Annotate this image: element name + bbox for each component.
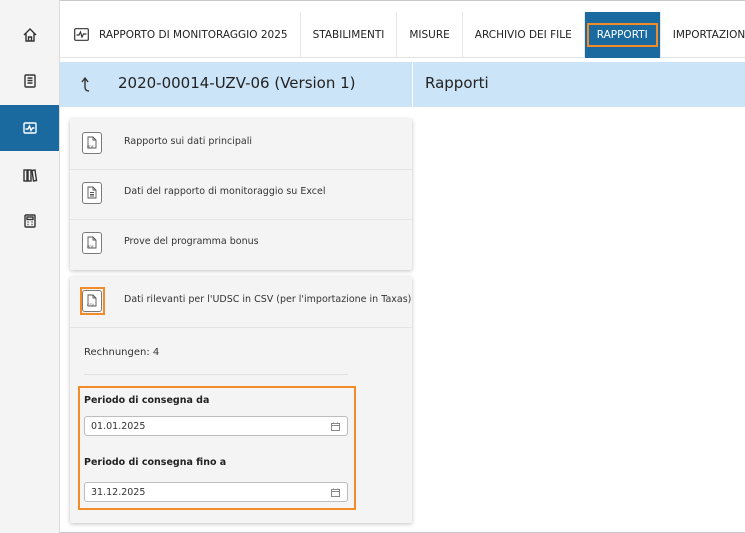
- section-title: Rapporti: [425, 74, 489, 92]
- document-icon: [23, 74, 36, 88]
- home-icon: [23, 28, 36, 42]
- delivery-from-input[interactable]: 01.01.2025: [84, 416, 348, 436]
- report-label: Dati rilevanti per l'UDSC in CSV (per l'…: [124, 294, 412, 305]
- back-arrow-icon: [81, 76, 90, 92]
- calculator-icon: [23, 214, 36, 228]
- report-label: Prove del programma bonus: [124, 236, 259, 247]
- nav-import[interactable]: IMPORTAZIONE: [661, 12, 745, 58]
- report-row-csv[interactable]: CSV Dati rilevanti per l'UDSC in CSV (pe…: [70, 277, 412, 328]
- pdf-file-icon: PDF: [82, 232, 102, 254]
- rail-library[interactable]: [0, 152, 59, 198]
- delivery-from-value: 01.01.2025: [91, 421, 146, 432]
- report-label: Dati del rapporto di monitoraggio su Exc…: [124, 186, 326, 197]
- nav-file-archive[interactable]: ARCHIVIO DEI FILE: [463, 11, 585, 58]
- nav-monitoring-report-label: RAPPORTO DI MONITORAGGIO 2025: [99, 28, 288, 41]
- header-divider: [412, 62, 413, 107]
- highlight-box: [80, 287, 105, 315]
- invoice-count: Rechnungen: 4: [84, 347, 160, 358]
- nav-reports[interactable]: RAPPORTI: [584, 11, 661, 58]
- delivery-to-input[interactable]: 31.12.2025: [84, 482, 348, 502]
- nav-plants[interactable]: STABILIMENTI: [301, 11, 398, 58]
- pdf-file-icon: PDF: [82, 132, 102, 154]
- delivery-to-label: Periodo di consegna fino a: [84, 457, 227, 468]
- calendar-icon[interactable]: [331, 422, 340, 431]
- rail-monitoring[interactable]: [0, 105, 59, 151]
- record-title: 2020-00014-UZV-06 (Version 1): [118, 74, 356, 92]
- delivery-from-label: Periodo di consegna da: [84, 395, 210, 406]
- top-navigation: RAPPORTO DI MONITORAGGIO 2025 STABILIMEN…: [60, 11, 745, 58]
- report-label: Rapporto sui dati principali: [124, 136, 253, 147]
- library-icon: [22, 169, 37, 182]
- report-row-main-data[interactable]: PDF Rapporto sui dati principali: [70, 119, 412, 170]
- rail-calculator[interactable]: [0, 198, 59, 244]
- report-row-excel[interactable]: Dati del rapporto di monitoraggio su Exc…: [70, 169, 412, 220]
- monitoring-chart-icon: [74, 28, 89, 41]
- excel-file-icon: [82, 182, 102, 204]
- monitoring-chart-icon: [22, 122, 37, 134]
- rail-documents[interactable]: [0, 58, 59, 104]
- report-row-bonus[interactable]: PDF Prove del programma bonus: [70, 219, 412, 269]
- nav-monitoring-report[interactable]: RAPPORTO DI MONITORAGGIO 2025: [60, 11, 301, 58]
- rail-home[interactable]: [0, 12, 59, 58]
- nav-measures[interactable]: MISURE: [397, 11, 463, 58]
- csv-export-card: CSV Dati rilevanti per l'UDSC in CSV (pe…: [70, 277, 412, 523]
- back-button[interactable]: [78, 76, 92, 94]
- divider: [84, 374, 348, 375]
- calendar-icon[interactable]: [331, 488, 340, 497]
- left-rail: [0, 0, 60, 533]
- reports-list-card: PDF Rapporto sui dati principali Dati de…: [70, 119, 412, 270]
- highlight-box: [586, 22, 658, 47]
- delivery-to-value: 31.12.2025: [91, 487, 146, 498]
- record-header: 2020-00014-UZV-06 (Version 1) Rapporti: [60, 62, 745, 107]
